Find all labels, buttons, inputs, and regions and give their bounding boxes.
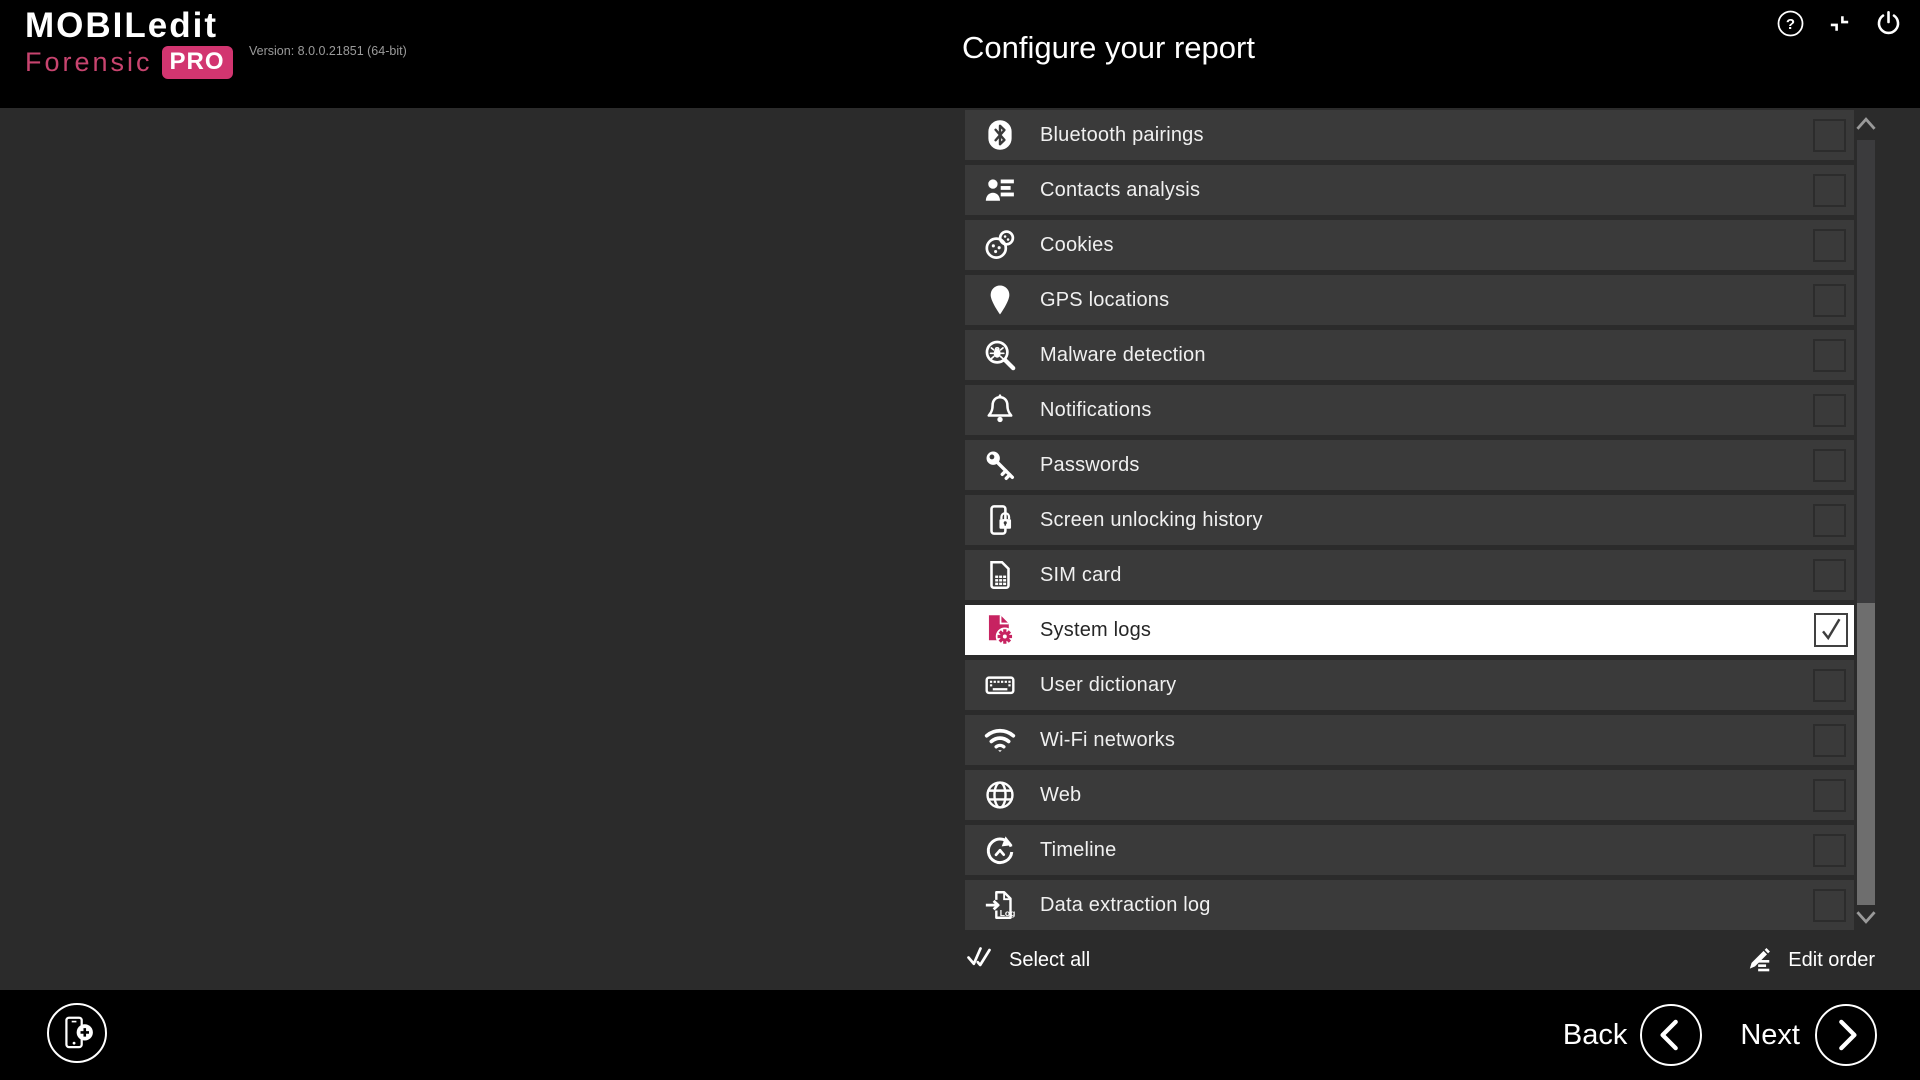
list-item-label: Bluetooth pairings	[1040, 123, 1204, 146]
list-item-web[interactable]: Web	[965, 770, 1854, 820]
power-icon[interactable]	[1870, 7, 1906, 39]
list-item-label: User dictionary	[1040, 673, 1177, 696]
phone-add-icon	[65, 1016, 93, 1049]
checkbox-bluetooth-pairings[interactable]	[1813, 118, 1846, 152]
wifi-icon	[981, 721, 1019, 759]
checkbox-malware-detection[interactable]	[1813, 338, 1846, 372]
list-item-timeline[interactable]: Timeline	[965, 825, 1854, 875]
scroll-down-arrow[interactable]	[1853, 904, 1879, 930]
list-item-label: System logs	[1040, 618, 1152, 641]
logo-mobiledit: MOBILedit	[25, 6, 218, 45]
list-item-label: Screen unlocking history	[1040, 508, 1263, 531]
list-item-gps-locations[interactable]: GPS locations	[965, 275, 1854, 325]
scrollbar-thumb[interactable]	[1857, 603, 1875, 905]
web-icon	[981, 776, 1019, 814]
list-item-bluetooth-pairings[interactable]: Bluetooth pairings	[965, 110, 1854, 160]
gps-icon	[981, 281, 1019, 319]
bluetooth-icon	[981, 116, 1019, 154]
svg-text:?: ?	[1785, 15, 1794, 32]
next-button[interactable]	[1815, 1004, 1877, 1066]
list-item-sim-card[interactable]: SIM card	[965, 550, 1854, 600]
back-button[interactable]	[1640, 1004, 1703, 1066]
list-item-label: Malware detection	[1040, 343, 1206, 366]
double-check-icon	[965, 942, 995, 978]
list-item-passwords[interactable]: Passwords	[965, 440, 1854, 490]
user-dictionary-icon	[981, 666, 1019, 704]
list-item-label: Web	[1040, 783, 1082, 806]
select-all-button[interactable]: Select all	[965, 942, 1090, 978]
list-item-wi-fi-networks[interactable]: Wi-Fi networks	[965, 715, 1854, 765]
list-item-contacts-analysis[interactable]: Contacts analysis	[965, 165, 1854, 215]
list-item-label: GPS locations	[1040, 288, 1170, 311]
page-title: Configure your report	[962, 30, 1255, 65]
cookies-icon	[981, 226, 1019, 264]
list-footer: Select all Edit order	[965, 935, 1875, 985]
app-logo: MOBILedit Forensic PRO	[25, 7, 233, 79]
logo-pro-badge: PRO	[161, 46, 233, 79]
help-icon[interactable]: ?	[1772, 7, 1808, 39]
edit-pencil-icon	[1745, 943, 1774, 978]
scroll-up-arrow[interactable]	[1853, 110, 1879, 136]
select-all-label: Select all	[1009, 948, 1091, 971]
list-item-user-dictionary[interactable]: User dictionary	[965, 660, 1854, 710]
list-item-label: Contacts analysis	[1040, 178, 1201, 201]
checkbox-passwords[interactable]	[1813, 448, 1846, 482]
checkbox-web[interactable]	[1813, 778, 1846, 812]
report-item-list: Bluetooth pairings Contacts analysis Cooki…	[965, 110, 1854, 930]
connect-phone-button[interactable]	[47, 1003, 107, 1063]
checkbox-screen-unlocking-history[interactable]	[1813, 503, 1846, 537]
chevron-right-icon	[1839, 1019, 1857, 1051]
back-label[interactable]: Back	[1563, 1019, 1627, 1052]
logo-forensic: Forensic	[25, 47, 153, 77]
contacts-icon	[981, 171, 1019, 209]
list-item-system-logs[interactable]: System logs	[965, 605, 1854, 655]
checkbox-user-dictionary[interactable]	[1813, 668, 1846, 702]
checkbox-timeline[interactable]	[1813, 833, 1846, 867]
checkbox-notifications[interactable]	[1813, 393, 1846, 427]
checkbox-data-extraction-log[interactable]	[1813, 888, 1846, 922]
bottom-bar: Back Next	[0, 990, 1920, 1080]
passwords-icon	[981, 446, 1019, 484]
chevron-left-icon	[1660, 1019, 1679, 1051]
list-item-label: Passwords	[1040, 453, 1140, 476]
content-area: Bluetooth pairings Contacts analysis Cooki…	[0, 108, 1920, 990]
checkbox-gps-locations[interactable]	[1813, 283, 1846, 317]
list-item-label: Wi-Fi networks	[1040, 728, 1176, 751]
system-logs-icon	[981, 611, 1019, 649]
list-item-label: Timeline	[1040, 838, 1117, 861]
edit-order-button[interactable]: Edit order	[1745, 943, 1875, 978]
malware-icon	[981, 336, 1019, 374]
version-text: Version: 8.0.0.21851 (64-bit)	[249, 44, 407, 58]
data-extraction-log-icon: Log	[981, 886, 1019, 924]
list-item-label: Data extraction log	[1040, 893, 1211, 916]
list-item-malware-detection[interactable]: Malware detection	[965, 330, 1854, 380]
list-item-label: SIM card	[1040, 563, 1122, 586]
checkbox-sim-card[interactable]	[1813, 558, 1846, 592]
navigation-buttons: Back Next	[1563, 990, 1877, 1080]
list-item-label: Notifications	[1040, 398, 1152, 421]
restore-window-icon[interactable]	[1821, 7, 1857, 39]
header-actions: ?	[1772, 6, 1906, 40]
next-label[interactable]: Next	[1740, 1019, 1800, 1052]
checkbox-system-logs[interactable]	[1814, 613, 1848, 647]
sim-card-icon	[981, 556, 1019, 594]
checkbox-wi-fi-networks[interactable]	[1813, 723, 1846, 757]
header: MOBILedit Forensic PRO Version: 8.0.0.21…	[0, 0, 1920, 108]
checkbox-cookies[interactable]	[1813, 228, 1846, 262]
notifications-icon	[981, 391, 1019, 429]
checkbox-contacts-analysis[interactable]	[1813, 173, 1846, 207]
edit-order-label: Edit order	[1788, 948, 1875, 971]
screen-unlock-icon	[981, 501, 1019, 539]
list-item-cookies[interactable]: Cookies	[965, 220, 1854, 270]
list-item-screen-unlocking-history[interactable]: Screen unlocking history	[965, 495, 1854, 545]
svg-text:Log: Log	[1000, 908, 1016, 918]
timeline-icon	[981, 831, 1019, 869]
list-item-label: Cookies	[1040, 233, 1114, 256]
list-item-data-extraction-log[interactable]: Log Data extraction log	[965, 880, 1854, 930]
list-item-notifications[interactable]: Notifications	[965, 385, 1854, 435]
